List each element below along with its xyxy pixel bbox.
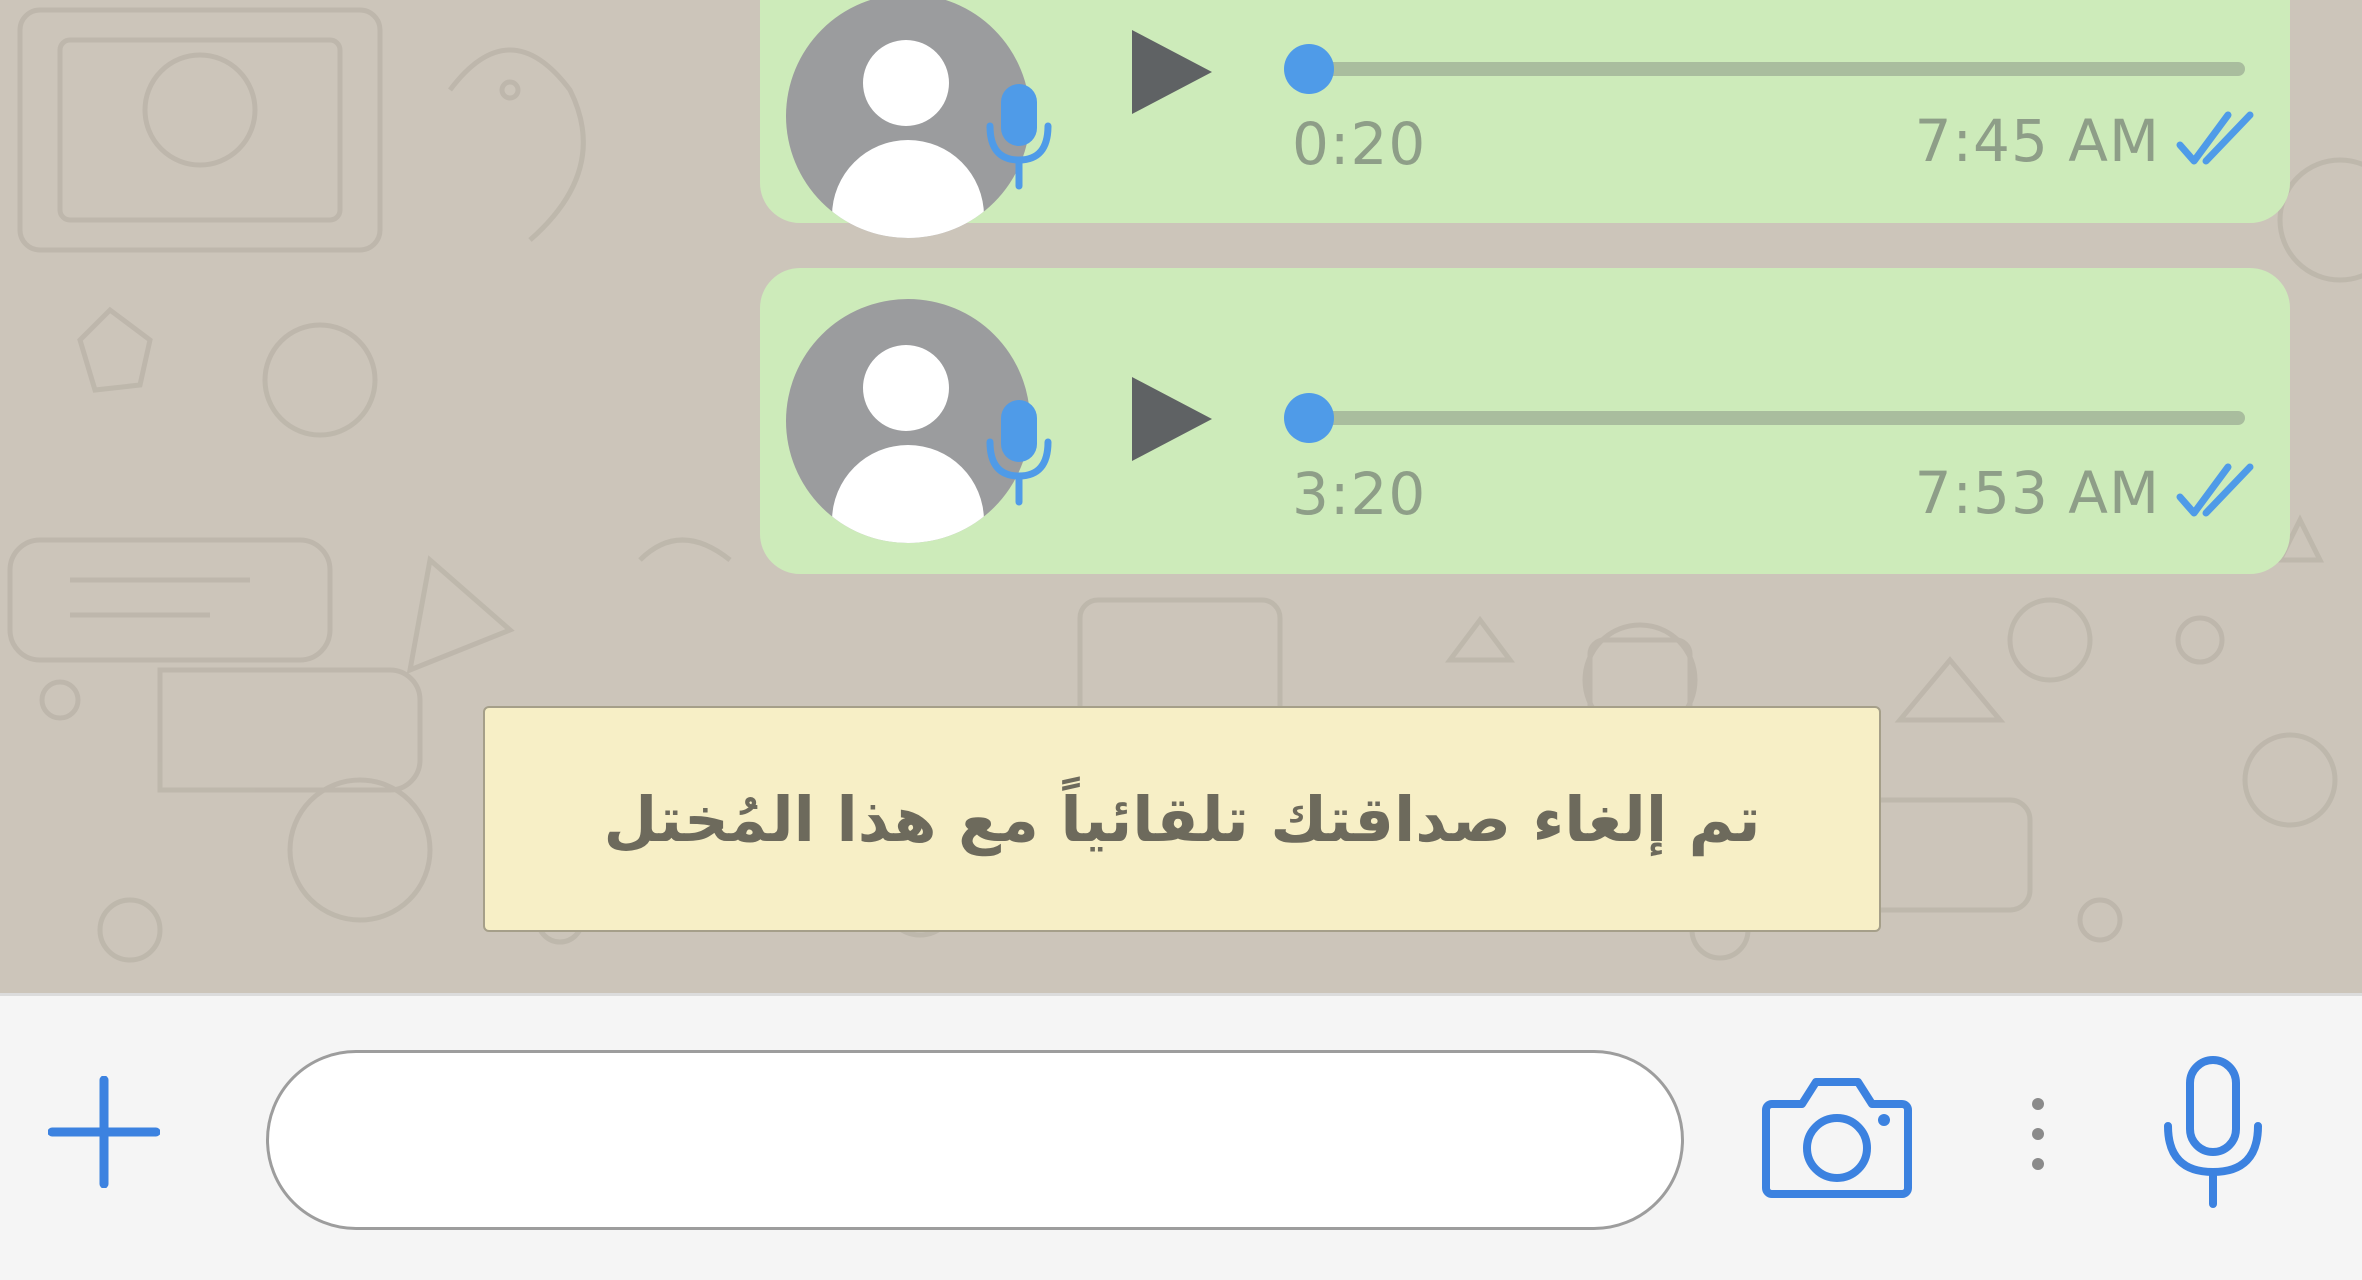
audio-progress-track[interactable] xyxy=(1284,44,2245,94)
avatar-head xyxy=(863,40,949,126)
play-icon[interactable] xyxy=(1128,373,1216,465)
voice-duration: 3:20 xyxy=(1292,460,1427,528)
double-check-read-icon xyxy=(2176,463,2254,517)
message-time: 7:53 AM xyxy=(1914,459,2160,527)
audio-scrubber-handle[interactable] xyxy=(1284,44,1334,94)
chat-area: 0:20 7:45 AM 3:20 7:53 AM تم إلغاء صداقت… xyxy=(0,0,2362,993)
microphone-icon[interactable] xyxy=(2160,1056,2266,1208)
audio-progress-track[interactable] xyxy=(1284,393,2245,443)
voice-message-bubble: 0:20 7:45 AM xyxy=(760,0,2290,238)
voice-duration: 0:20 xyxy=(1292,110,1427,178)
message-meta: 7:53 AM xyxy=(1915,458,2258,528)
double-check-read-icon xyxy=(2176,111,2254,165)
voice-message-bubble: 3:20 7:53 AM xyxy=(760,268,2290,574)
system-notice: تم إلغاء صداقتك تلقائياً مع هذا المُختل xyxy=(483,706,1881,932)
plus-icon[interactable] xyxy=(48,1076,160,1188)
message-meta: 7:45 AM xyxy=(1915,106,2258,176)
vertical-dots-icon[interactable] xyxy=(2020,1092,2056,1176)
system-notice-text: تم إلغاء صداقتك تلقائياً مع هذا المُختل xyxy=(603,782,1761,856)
microphone-icon xyxy=(986,400,1052,506)
message-input[interactable] xyxy=(269,1053,1681,1227)
camera-icon[interactable] xyxy=(1762,1070,1912,1200)
avatar-body xyxy=(832,445,984,543)
audio-scrubber-handle[interactable] xyxy=(1284,393,1334,443)
avatar-body xyxy=(832,140,984,238)
microphone-icon xyxy=(986,84,1052,190)
message-input-bar xyxy=(0,993,2362,1280)
play-icon[interactable] xyxy=(1128,26,1216,118)
message-input-field[interactable] xyxy=(266,1050,1684,1230)
message-time: 7:45 AM xyxy=(1914,107,2160,175)
avatar-head xyxy=(863,345,949,431)
